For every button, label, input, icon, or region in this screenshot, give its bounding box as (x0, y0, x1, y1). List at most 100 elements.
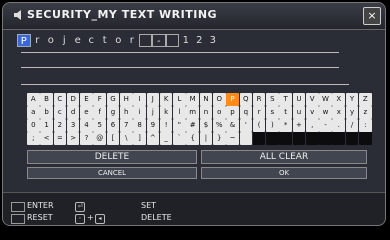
keyboard-key[interactable]: J (146, 93, 160, 106)
keyboard-key[interactable]: \ (119, 132, 133, 145)
keyboard-key[interactable]: t (279, 106, 292, 119)
keyboard-key[interactable]: G (106, 93, 120, 106)
keyboard-key[interactable]: Y (345, 93, 359, 106)
keyboard-key[interactable]: v (305, 106, 319, 119)
keyboard-key[interactable]: _ (159, 132, 173, 145)
keyboard-key[interactable]: d (66, 106, 80, 119)
keyboard-key[interactable]: O (212, 93, 226, 106)
keyboard-key[interactable] (239, 132, 253, 145)
keyboard-key[interactable]: { (186, 132, 199, 145)
keyboard-key[interactable]: 6 (106, 119, 120, 132)
keyboard-key[interactable]: T (279, 93, 292, 106)
keyboard-key[interactable]: C (53, 93, 67, 106)
keyboard-key[interactable]: ` (173, 132, 186, 145)
keyboard-key[interactable]: , (305, 119, 319, 132)
keyboard-key[interactable]: = (53, 132, 67, 145)
keyboard-key[interactable]: i (133, 106, 146, 119)
keyboard-key[interactable]: | (199, 132, 213, 145)
keyboard-key[interactable]: 9 (146, 119, 160, 132)
keyboard-key[interactable]: M (186, 93, 199, 106)
ok-button[interactable]: OK (201, 167, 367, 179)
keyboard-key[interactable]: z (359, 106, 372, 119)
keyboard-key[interactable]: P (226, 93, 239, 106)
keyboard-key[interactable]: m (186, 106, 199, 119)
keyboard-key[interactable]: ] (133, 132, 146, 145)
all-clear-button[interactable]: ALL CLEAR (201, 150, 367, 164)
keyboard-key[interactable]: 8 (133, 119, 146, 132)
keyboard-key[interactable]: l (173, 106, 186, 119)
keyboard-key[interactable]: s (266, 106, 279, 119)
keyboard-key[interactable]: E (80, 93, 93, 106)
keyboard-key[interactable]: X (332, 93, 346, 106)
keyboard-key[interactable]: 5 (93, 119, 106, 132)
keyboard-key[interactable]: R (252, 93, 266, 106)
keyboard-key[interactable]: w (319, 106, 332, 119)
keyboard-key[interactable]: k (159, 106, 173, 119)
keyboard-key[interactable]: Q (239, 93, 253, 106)
keyboard-key[interactable]: r (252, 106, 266, 119)
keyboard-key[interactable]: & (226, 119, 239, 132)
keyboard-key[interactable]: < (40, 132, 53, 145)
keyboard-key[interactable]: B (40, 93, 53, 106)
keyboard-key[interactable]: ) (266, 119, 279, 132)
keyboard-key[interactable]: / (345, 119, 359, 132)
keyboard-key[interactable]: A (27, 93, 40, 106)
keyboard-key[interactable]: N (199, 93, 213, 106)
keyboard-key[interactable]: p (226, 106, 239, 119)
close-button[interactable]: × (363, 7, 381, 25)
keyboard-key[interactable]: x (332, 106, 346, 119)
keyboard-key[interactable]: + (292, 119, 306, 132)
keyboard-key[interactable]: h (119, 106, 133, 119)
text-entry-field[interactable]: Projector - 123 (17, 34, 220, 48)
keyboard-key[interactable]: > (66, 132, 80, 145)
keyboard-key[interactable]: % (212, 119, 226, 132)
keyboard-key[interactable]: # (186, 119, 199, 132)
keyboard-key[interactable]: u (292, 106, 306, 119)
keyboard-key[interactable]: e (80, 106, 93, 119)
cancel-button[interactable]: CANCEL (27, 167, 197, 179)
keyboard-key[interactable]: 7 (119, 119, 133, 132)
keyboard-key[interactable]: 3 (66, 119, 80, 132)
keyboard-key[interactable]: $ (199, 119, 213, 132)
keyboard-key[interactable]: V (305, 93, 319, 106)
keyboard-key[interactable]: . (332, 119, 346, 132)
keyboard-key[interactable]: Z (359, 93, 372, 106)
keyboard-key[interactable]: n (199, 106, 213, 119)
keyboard-key[interactable]: g (106, 106, 120, 119)
keyboard-key[interactable]: c (53, 106, 67, 119)
keyboard-key[interactable]: f (93, 106, 106, 119)
keyboard-key[interactable]: a (27, 106, 40, 119)
keyboard-key[interactable]: - (319, 119, 332, 132)
keyboard-key[interactable]: [ (106, 132, 120, 145)
keyboard-key[interactable]: ~ (226, 132, 239, 145)
keyboard-key[interactable]: S (266, 93, 279, 106)
keyboard-key[interactable]: " (173, 119, 186, 132)
keyboard-key[interactable]: 1 (40, 119, 53, 132)
keyboard-key[interactable]: @ (93, 132, 106, 145)
keyboard-key[interactable]: I (133, 93, 146, 106)
keyboard-key[interactable]: 0 (27, 119, 40, 132)
keyboard-key[interactable]: D (66, 93, 80, 106)
keyboard-key[interactable]: q (239, 106, 253, 119)
keyboard-key[interactable]: * (279, 119, 292, 132)
keyboard-key[interactable]: ' (239, 119, 253, 132)
keyboard-key[interactable]: W (319, 93, 332, 106)
keyboard-key[interactable]: F (93, 93, 106, 106)
keyboard-key[interactable]: ? (80, 132, 93, 145)
keyboard-key[interactable]: ^ (146, 132, 160, 145)
keyboard-key[interactable]: H (119, 93, 133, 106)
keyboard-key[interactable]: ( (252, 119, 266, 132)
keyboard-key[interactable]: : (359, 119, 372, 132)
keyboard-key[interactable]: o (212, 106, 226, 119)
keyboard-key[interactable]: y (345, 106, 359, 119)
keyboard-key[interactable]: 2 (53, 119, 67, 132)
keyboard-key[interactable]: K (159, 93, 173, 106)
keyboard-key[interactable]: U (292, 93, 306, 106)
keyboard-key[interactable]: 4 (80, 119, 93, 132)
delete-button[interactable]: DELETE (27, 150, 197, 164)
keyboard-key[interactable]: ; (27, 132, 40, 145)
keyboard-key[interactable]: j (146, 106, 160, 119)
keyboard-key[interactable]: b (40, 106, 53, 119)
keyboard-key[interactable]: } (212, 132, 226, 145)
keyboard-key[interactable]: ! (159, 119, 173, 132)
